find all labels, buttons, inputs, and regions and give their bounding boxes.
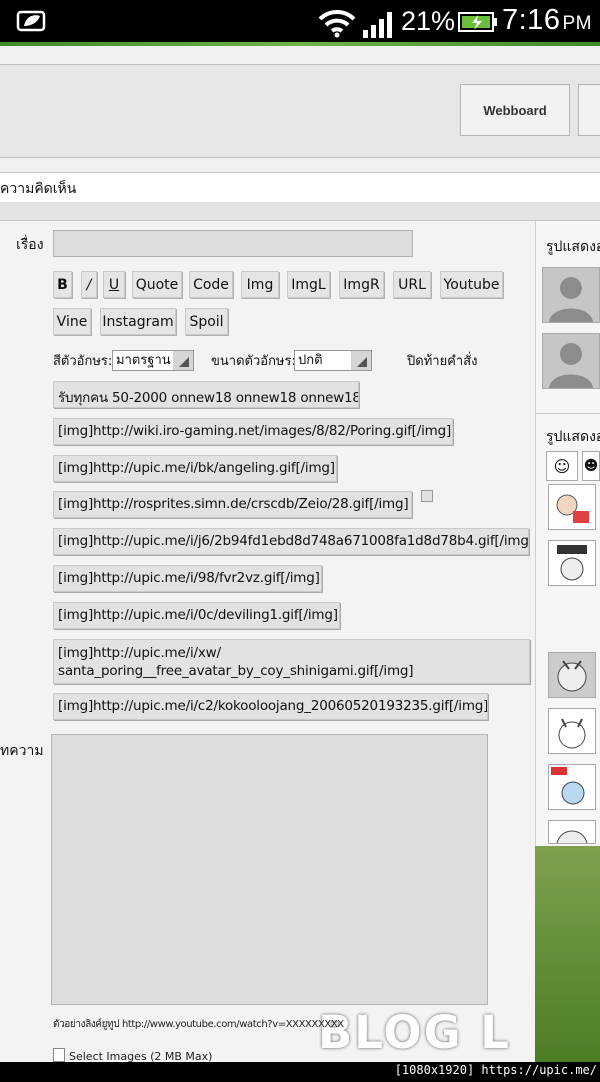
comment-section-title: ความคิดเห็น xyxy=(0,181,77,197)
signal-icon xyxy=(362,10,396,42)
emoticon-icon[interactable] xyxy=(548,708,596,754)
phrase-button[interactable]: [img]http://wiki.iro-gaming.net/images/8… xyxy=(53,418,453,445)
phrase-button[interactable]: [img]http://upic.me/i/j6/2b94fd1ebd8d748… xyxy=(53,528,529,555)
section-divider xyxy=(0,202,600,221)
select-images-link[interactable]: Select Images (2 MB Max) xyxy=(53,1048,212,1063)
body-textarea[interactable] xyxy=(51,734,488,1005)
nav-button-next[interactable] xyxy=(578,84,600,136)
youtube-example-text: ตัวอย่างลิงค์ยูทูป http://www.youtube.co… xyxy=(53,1019,344,1030)
font-color-label: สีตัวอักษร: xyxy=(53,354,113,369)
emoticon-icon[interactable] xyxy=(548,484,596,530)
imgr-button[interactable]: ImgR xyxy=(339,271,384,298)
vine-button[interactable]: Vine xyxy=(53,308,91,335)
emoticon-icon xyxy=(549,653,595,697)
wifi-icon xyxy=(318,8,356,42)
emoticon-icon xyxy=(549,485,595,529)
bold-button[interactable]: B xyxy=(53,271,72,298)
emoticon-section-title: รูปแสดงอ xyxy=(546,429,600,445)
dropdown-arrow-icon xyxy=(351,351,371,370)
webboard-button[interactable]: Webboard xyxy=(460,84,570,136)
dropdown-arrow-icon xyxy=(173,351,193,370)
url-button[interactable]: URL xyxy=(393,271,431,298)
spoil-button[interactable]: Spoil xyxy=(185,308,228,335)
phrase-button[interactable]: [img]http://upic.me/i/0c/deviling1.gif[/… xyxy=(53,602,340,629)
emoticon-icon[interactable] xyxy=(548,652,596,698)
phrase-button[interactable]: [img]http://rosprites.simn.de/crscdb/Zei… xyxy=(53,491,412,518)
emoticon-icon[interactable] xyxy=(548,764,596,810)
comment-section-header: ความคิดเห็น xyxy=(0,172,600,203)
phrase-button[interactable]: รับทุกคน 50-2000 onnew18 onnew18 onnew18 xyxy=(53,381,359,408)
font-color-select[interactable]: มาตรฐาน xyxy=(112,350,194,371)
quote-button[interactable]: Quote xyxy=(132,271,182,298)
phrase-button[interactable]: [img]http://upic.me/i/c2/kokooloojang_20… xyxy=(53,693,488,720)
code-button[interactable]: Code xyxy=(189,271,233,298)
font-size-label: ขนาดตัวอักษร: xyxy=(211,354,296,369)
font-color-value: มาตรฐาน xyxy=(116,353,171,368)
youtube-button[interactable]: Youtube xyxy=(440,271,503,298)
close-tags-link[interactable]: ปิดท้ายคำสั่ง xyxy=(407,350,477,371)
emoticon-icon[interactable]: ☻ xyxy=(582,451,600,481)
sidebar-divider xyxy=(535,413,600,414)
status-bar: 21% 7:16 PM xyxy=(0,0,600,44)
phrase-button[interactable]: [img]http://upic.me/i/98/fvr2vz.gif[/img… xyxy=(53,565,322,592)
blog-logo: BLOG L xyxy=(318,1006,511,1059)
emoticon-icon xyxy=(549,821,595,843)
img-button[interactable]: Img xyxy=(241,271,279,298)
italic-button[interactable]: / xyxy=(81,271,97,298)
avatar[interactable] xyxy=(542,333,600,389)
notification-icon xyxy=(16,8,48,38)
watermark: [1080x1920] https://upic.me/ xyxy=(394,1063,597,1077)
user-icon xyxy=(543,268,599,322)
emoticon-icon[interactable]: ☺ xyxy=(546,451,578,481)
emoticon-icon xyxy=(549,541,595,585)
emoticon-icon[interactable] xyxy=(548,820,596,844)
emoticon-icon xyxy=(549,709,595,753)
phrase-button[interactable]: [img]http://upic.me/i/bk/angeling.gif[/i… xyxy=(53,455,337,482)
small-checkbox[interactable] xyxy=(421,490,433,502)
instagram-button[interactable]: Instagram xyxy=(100,308,176,335)
avatar[interactable] xyxy=(542,267,600,323)
file-icon xyxy=(53,1048,65,1062)
clock: 7:16 PM xyxy=(502,4,592,36)
body-label: ทความ xyxy=(0,743,44,759)
underline-button[interactable]: U xyxy=(103,271,125,298)
user-icon xyxy=(543,334,599,388)
battery-percent: 21% xyxy=(401,6,456,36)
font-size-value: ปกติ xyxy=(298,353,323,368)
font-size-select[interactable]: ปกติ xyxy=(294,350,372,371)
subject-label: เรื่อง xyxy=(16,237,44,253)
emoticon-icon xyxy=(549,765,595,809)
phrase-button[interactable]: [img]http://upic.me/i/xw/ santa_poring__… xyxy=(53,639,530,684)
battery-charging-icon xyxy=(458,11,498,37)
imgl-button[interactable]: ImgL xyxy=(287,271,330,298)
subject-input[interactable] xyxy=(53,230,413,257)
avatar-section-title: รูปแสดงอ xyxy=(546,239,600,255)
emoticon-icon[interactable] xyxy=(548,540,596,586)
